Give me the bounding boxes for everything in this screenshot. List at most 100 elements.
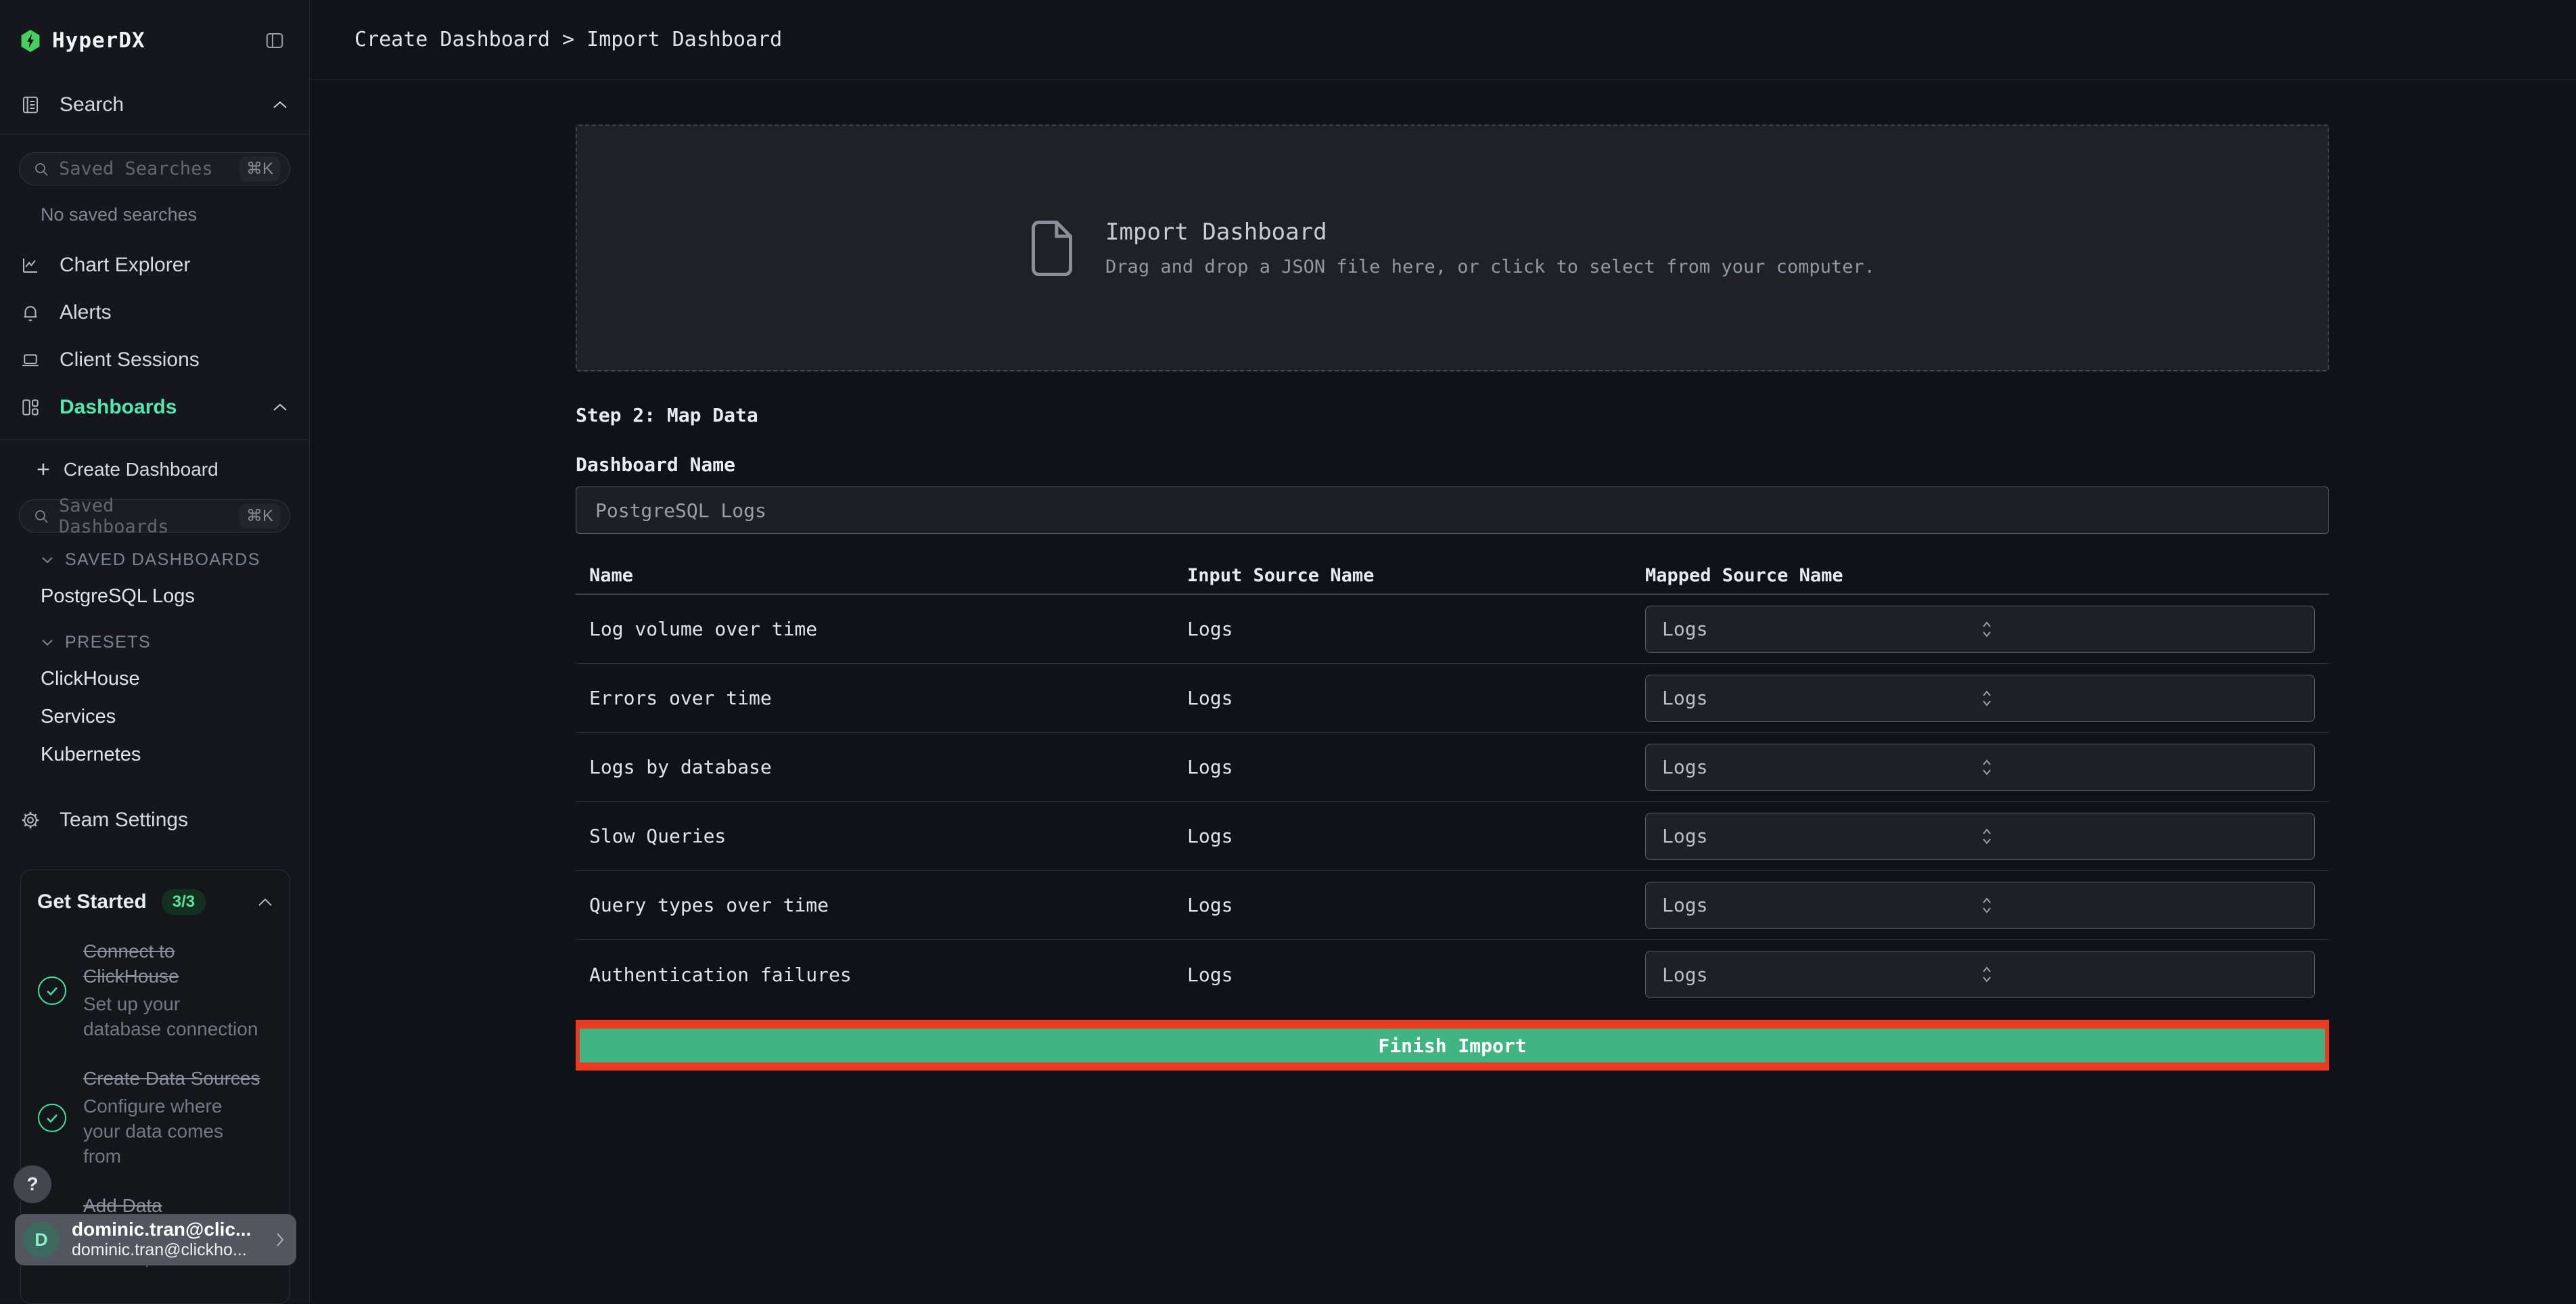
sidebar-item-label: Alerts — [60, 301, 289, 324]
bell-icon — [20, 302, 41, 323]
saved-dashboards-placeholder: Saved Dashboards — [59, 495, 230, 537]
table-row: Query types over time Logs Logs — [576, 871, 2329, 940]
get-started-step-connect[interactable]: Connect to ClickHouse Set up your databa… — [37, 939, 273, 1042]
sidebar-dashboard-postgresql-logs[interactable]: PostgreSQL Logs — [0, 577, 309, 615]
mapped-source-select[interactable]: Logs — [1645, 882, 2315, 929]
create-dashboard-button[interactable]: + Create Dashboard — [0, 449, 309, 490]
dashboard-name-input[interactable]: PostgreSQL Logs — [576, 487, 2329, 534]
breadcrumb: Create Dashboard > Import Dashboard — [354, 28, 782, 51]
column-header-input-source: Input Source Name — [1187, 565, 1645, 586]
sidebar-item-label: Search — [60, 93, 252, 116]
saved-searches-placeholder: Saved Searches — [59, 158, 230, 179]
column-header-mapped-source: Mapped Source Name — [1645, 565, 2329, 586]
row-input-source: Logs — [1187, 687, 1645, 709]
app-title: HyperDX — [52, 28, 145, 53]
chart-icon — [20, 255, 41, 275]
sidebar-preset-kubernetes[interactable]: Kubernetes — [0, 736, 309, 773]
row-input-source: Logs — [1187, 894, 1645, 916]
logo-row: HyperDX — [0, 0, 309, 53]
search-icon — [33, 508, 49, 524]
sidebar-item-label: Client Sessions — [60, 349, 289, 372]
mapped-source-select[interactable]: Logs — [1645, 606, 2315, 653]
no-saved-searches-note: No saved searches — [41, 204, 309, 225]
annotation-highlight-box: Finish Import — [576, 1020, 2329, 1071]
mapped-source-select[interactable]: Logs — [1645, 744, 2315, 791]
row-input-source: Logs — [1187, 825, 1645, 847]
finish-import-button[interactable]: Finish Import — [580, 1029, 2325, 1062]
sidebar-item-dashboards[interactable]: Dashboards — [0, 385, 309, 430]
get-started-progress-badge: 3/3 — [162, 889, 206, 915]
dropzone-title: Import Dashboard — [1105, 219, 1875, 246]
collapse-sidebar-icon[interactable] — [264, 30, 285, 51]
select-chevrons-icon — [1980, 895, 2298, 916]
sidebar-item-label: Team Settings — [60, 809, 289, 832]
sidebar-preset-clickhouse[interactable]: ClickHouse — [0, 660, 309, 698]
sidebar-item-label: Chart Explorer — [60, 254, 289, 277]
dashboard-grid-icon — [20, 397, 41, 418]
get-started-title: Get Started — [37, 891, 147, 914]
search-icon — [33, 161, 49, 177]
saved-searches-input[interactable]: Saved Searches ⌘K — [19, 152, 290, 185]
select-chevrons-icon — [1980, 619, 2298, 639]
user-menu[interactable]: D dominic.tran@clic... dominic.tran@clic… — [15, 1214, 296, 1265]
sidebar-item-search[interactable]: Search — [0, 93, 309, 116]
step-title: Create Data Sources — [83, 1066, 260, 1092]
plus-icon: + — [37, 458, 50, 481]
chevron-down-icon — [41, 556, 54, 564]
row-input-source: Logs — [1187, 964, 1645, 986]
step-subtitle: Configure where your data comes from — [83, 1094, 260, 1169]
sidebar-item-client-sessions[interactable]: Client Sessions — [0, 338, 309, 382]
chevron-up-icon[interactable] — [257, 897, 273, 907]
chevron-right-icon — [275, 1231, 285, 1249]
check-circle-icon — [37, 1103, 67, 1133]
mapped-source-select[interactable]: Logs — [1645, 951, 2315, 998]
mapped-source-select[interactable]: Logs — [1645, 675, 2315, 722]
sidebar-item-alerts[interactable]: Alerts — [0, 290, 309, 335]
sidebar-item-team-settings[interactable]: Team Settings — [0, 809, 309, 832]
row-name: Log volume over time — [576, 618, 1187, 640]
file-icon — [1030, 219, 1074, 277]
sidebar-item-chart-explorer[interactable]: Chart Explorer — [0, 243, 309, 288]
row-name: Logs by database — [576, 756, 1187, 778]
row-name: Slow Queries — [576, 825, 1187, 847]
saved-dashboards-input[interactable]: Saved Dashboards ⌘K — [19, 499, 290, 533]
shortcut-badge: ⌘K — [239, 156, 280, 181]
dashboard-name-value: PostgreSQL Logs — [595, 499, 766, 522]
row-name: Authentication failures — [576, 964, 1187, 986]
dropzone-description: Drag and drop a JSON file here, or click… — [1105, 256, 1875, 277]
select-chevrons-icon — [1980, 826, 2298, 847]
table-row: Errors over time Logs Logs — [576, 664, 2329, 733]
import-dropzone[interactable]: Import Dashboard Drag and drop a JSON fi… — [576, 125, 2329, 372]
user-name: dominic.tran@clic... — [72, 1219, 262, 1240]
question-mark-icon: ? — [26, 1173, 38, 1195]
saved-dashboards-group-toggle[interactable]: SAVED DASHBOARDS — [0, 542, 309, 577]
row-input-source: Logs — [1187, 756, 1645, 778]
divider — [0, 439, 309, 440]
hyperdx-logo-icon — [20, 30, 41, 52]
step-subtitle: Set up your database connection — [83, 992, 260, 1042]
dashboard-name-label: Dashboard Name — [576, 453, 2329, 476]
get-started-step-sources[interactable]: Create Data Sources Configure where your… — [37, 1066, 273, 1169]
table-row: Logs by database Logs Logs — [576, 733, 2329, 802]
table-row: Slow Queries Logs Logs — [576, 802, 2329, 871]
chevron-up-icon — [271, 99, 289, 110]
column-header-name: Name — [576, 565, 1187, 586]
select-chevrons-icon — [1980, 688, 2298, 709]
mapped-source-select[interactable]: Logs — [1645, 813, 2315, 860]
laptop-icon — [20, 350, 41, 370]
check-circle-icon — [37, 976, 67, 1006]
app-logo[interactable]: HyperDX — [20, 28, 145, 53]
gear-icon — [20, 810, 41, 830]
row-name: Query types over time — [576, 894, 1187, 916]
finish-import-label: Finish Import — [1378, 1035, 1526, 1057]
page-header: Create Dashboard > Import Dashboard — [310, 0, 2576, 80]
sidebar: HyperDX Search — [0, 0, 310, 1303]
table-row: Log volume over time Logs Logs — [576, 595, 2329, 664]
table-row: Authentication failures Logs Logs — [576, 940, 2329, 1009]
help-button[interactable]: ? — [14, 1165, 51, 1203]
presets-group-toggle[interactable]: PRESETS — [0, 625, 309, 660]
sidebar-preset-services[interactable]: Services — [0, 698, 309, 736]
shortcut-badge: ⌘K — [239, 503, 280, 529]
group-label: SAVED DASHBOARDS — [65, 550, 260, 570]
step-title: Connect to ClickHouse — [83, 939, 260, 989]
